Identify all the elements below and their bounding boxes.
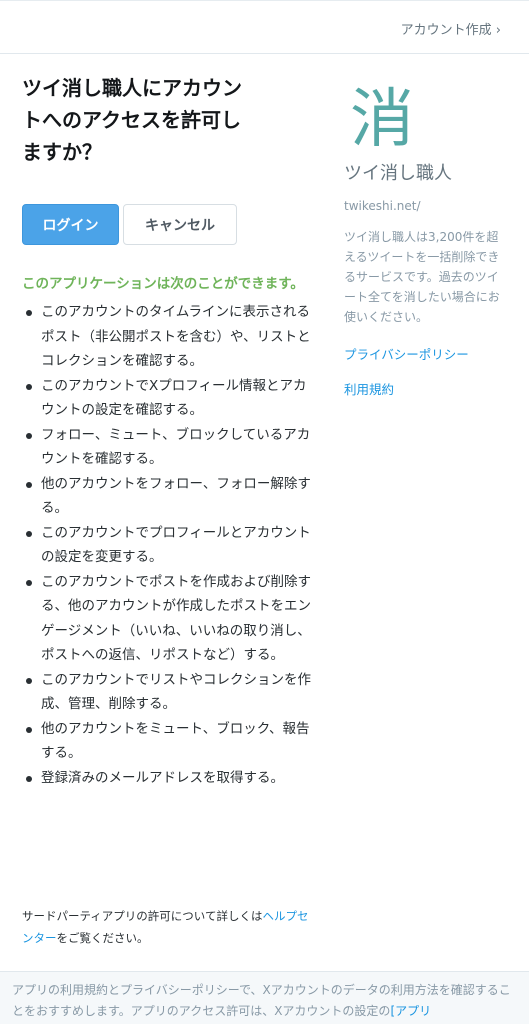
title-line: トへのアクセスを許可し <box>22 108 241 132</box>
footer: アプリの利用規約とプライバシーポリシーで、Xアカウントのデータの利用方法を確認す… <box>0 971 529 1024</box>
app-url: twikeshi.net/ <box>344 199 421 213</box>
privacy-policy-link[interactable]: プライバシーポリシー <box>344 344 509 363</box>
app-logo-icon: 消 <box>350 83 414 157</box>
bullet-icon <box>26 726 32 733</box>
permission-text: 登録済みのメールアドレスを取得する。 <box>41 769 284 786</box>
permission-text: このアカウントのタイムラインに表示されるポスト（非公開ポストを含む）や、リストと… <box>41 304 311 369</box>
thirdparty-prefix: サードパーティアプリの許可について詳しくは <box>22 909 263 923</box>
bullet-icon <box>26 677 32 684</box>
permission-item: このアカウントのタイムラインに表示されるポスト（非公開ポストを含む）や、リストと… <box>22 300 312 374</box>
app-description: ツイ消し職人は3,200件を超えるツイートを一括削除できるサービスです。過去のツ… <box>344 230 500 324</box>
permission-item: 他のアカウントをミュート、ブロック、報告する。 <box>22 717 312 766</box>
permission-text: 他のアカウントをミュート、ブロック、報告する。 <box>41 720 310 762</box>
footer-app-link[interactable]: [アプリ <box>390 1004 431 1018</box>
signup-link[interactable]: アカウント作成 › <box>401 19 501 38</box>
title-line: ますか？ <box>22 140 102 164</box>
permission-item: 登録済みのメールアドレスを取得する。 <box>22 766 312 791</box>
permission-text: このアカウントでプロフィールとアカウントの設定を変更する。 <box>41 524 311 566</box>
page-title: ツイ消し職人にアカウン トへのアクセスを許可し ますか？ <box>22 72 312 168</box>
cancel-button[interactable]: キャンセル <box>123 204 237 245</box>
permission-item: このアカウントでXプロフィール情報とアカウントの設定を確認する。 <box>22 374 312 423</box>
permissions-list: このアカウントのタイムラインに表示されるポスト（非公開ポストを含む）や、リストと… <box>22 300 312 790</box>
permission-item: 他のアカウントをフォロー、フォロー解除する。 <box>22 472 312 521</box>
app-info: 消 ツイ消し職人 twikeshi.net/ ツイ消し職人は3,200件を超える… <box>344 85 509 398</box>
bullet-icon <box>26 481 32 488</box>
bullet-icon <box>26 530 32 537</box>
bullet-icon <box>26 432 32 439</box>
login-button[interactable]: ログイン <box>22 204 119 245</box>
permission-item: フォロー、ミュート、ブロックしているアカウントを確認する。 <box>22 423 312 472</box>
permission-text: このアカウントでポストを作成および削除する、他のアカウントが作成したポストをエン… <box>41 573 311 664</box>
footer-text: アプリの利用規約とプライバシーポリシーで、Xアカウントのデータの利用方法を確認す… <box>12 980 520 1022</box>
bullet-icon <box>26 310 32 316</box>
permission-item: このアカウントでポストを作成および削除する、他のアカウントが作成したポストをエン… <box>22 570 312 668</box>
permission-text: 他のアカウントをフォロー、フォロー解除する。 <box>41 475 311 517</box>
permission-item: このアカウントでリストやコレクションを作成、管理、削除する。 <box>22 668 312 717</box>
main-content: ツイ消し職人にアカウン トへのアクセスを許可し ますか？ ログイン キャンセル … <box>22 72 312 790</box>
action-buttons: ログイン キャンセル <box>22 204 312 245</box>
top-bar: アカウント作成 › <box>0 0 529 54</box>
permission-text: このアカウントでXプロフィール情報とアカウントの設定を確認する。 <box>41 377 307 419</box>
permission-text: このアカウントでリストやコレクションを作成、管理、削除する。 <box>41 671 311 713</box>
permission-item: このアカウントでプロフィールとアカウントの設定を変更する。 <box>22 521 312 570</box>
app-name: ツイ消し職人 <box>344 163 452 184</box>
title-line: ツイ消し職人にアカウン <box>22 76 242 100</box>
bullet-icon <box>26 383 32 390</box>
terms-link[interactable]: 利用規約 <box>344 379 509 398</box>
thirdparty-note: サードパーティアプリの許可について詳しくはヘルプセンターをご覧ください。 <box>22 905 312 949</box>
thirdparty-suffix: をご覧ください。 <box>56 931 149 945</box>
bullet-icon <box>26 579 32 586</box>
permissions-heading: このアプリケーションは次のことができます。 <box>22 276 304 292</box>
permission-text: フォロー、ミュート、ブロックしているアカウントを確認する。 <box>41 426 311 468</box>
footer-body: アプリの利用規約とプライバシーポリシーで、Xアカウントのデータの利用方法を確認す… <box>12 983 511 1018</box>
bullet-icon <box>26 775 32 782</box>
